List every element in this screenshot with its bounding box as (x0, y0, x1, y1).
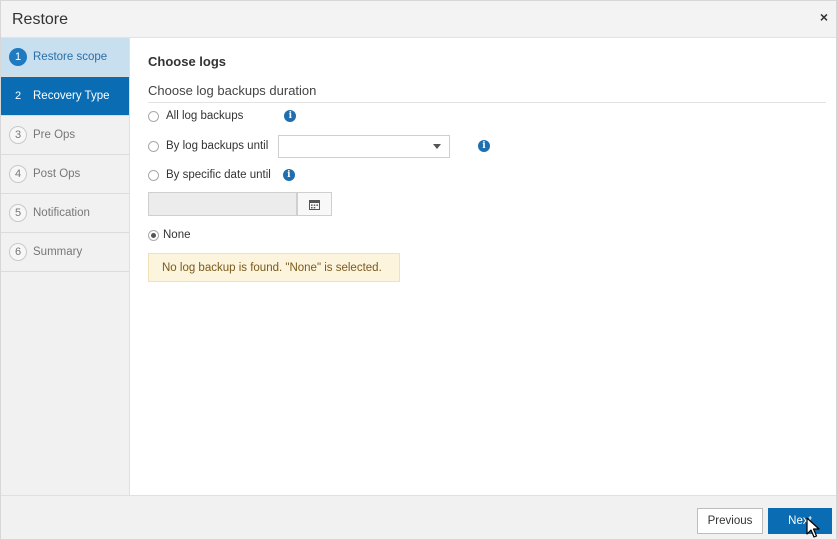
step-label: Pre Ops (33, 129, 76, 141)
step-notification[interactable]: 5 Notification (1, 194, 129, 233)
radio-label: By log backups until (166, 140, 269, 152)
dialog-titlebar: Restore × (1, 1, 836, 38)
step-restore-scope[interactable]: 1 Restore scope (1, 38, 129, 77)
radio-by-log-backups-until[interactable] (148, 140, 159, 152)
radio-label: By specific date until (166, 169, 271, 181)
no-log-backup-alert: No log backup is found. "None" is select… (148, 253, 400, 282)
dialog-footer: Previous Next (1, 495, 836, 539)
calendar-icon (309, 199, 320, 210)
step-label: Notification (33, 207, 90, 219)
step-post-ops[interactable]: 4 Post Ops (1, 155, 129, 194)
step-number: 4 (9, 165, 27, 183)
radio-none[interactable] (148, 229, 159, 241)
radio-label: All log backups (166, 110, 244, 122)
mouse-pointer-icon (806, 517, 820, 538)
dialog-title: Restore (12, 11, 69, 28)
step-number: 3 (9, 126, 27, 144)
log-backup-select[interactable] (278, 135, 450, 158)
section-subheading: Choose log backups duration (148, 83, 317, 98)
step-number: 5 (9, 204, 27, 222)
section-heading: Choose logs (148, 54, 227, 69)
info-icon[interactable]: i (282, 169, 295, 181)
divider (148, 102, 826, 103)
step-number: 6 (9, 243, 27, 261)
radio-label: None (163, 229, 191, 241)
option-by-specific-date-until: By specific date until i (148, 169, 295, 181)
radio-all-log-backups[interactable] (148, 110, 159, 122)
step-label: Post Ops (33, 168, 81, 180)
choose-logs-panel: Choose logs Choose log backups duration … (131, 38, 836, 495)
restore-dialog: Restore × 1 Restore scope 2 Recovery Typ… (0, 0, 837, 540)
step-pre-ops[interactable]: 3 Pre Ops (1, 116, 129, 155)
calendar-button[interactable] (297, 192, 332, 216)
next-button[interactable]: Next (768, 508, 832, 534)
step-number: 1 (9, 48, 27, 66)
info-icon[interactable]: i (284, 110, 297, 122)
wizard-steps: 1 Restore scope 2 Recovery Type 3 Pre Op… (1, 38, 130, 495)
step-summary[interactable]: 6 Summary (1, 233, 129, 272)
step-label: Summary (33, 246, 83, 258)
date-field[interactable] (148, 192, 297, 216)
dropdown-caret-icon (433, 144, 441, 149)
option-none: None (148, 229, 191, 241)
option-all-log-backups: All log backups i (148, 110, 297, 122)
step-label: Recovery Type (33, 90, 110, 102)
option-by-log-backups-until: By log backups until (148, 140, 268, 152)
step-label: Restore scope (33, 51, 108, 63)
info-icon[interactable]: i (478, 140, 490, 152)
step-recovery-type[interactable]: 2 Recovery Type (1, 77, 129, 116)
radio-by-specific-date-until[interactable] (148, 169, 159, 181)
previous-button[interactable]: Previous (697, 508, 763, 534)
close-icon[interactable]: × (820, 10, 828, 24)
step-number: 2 (9, 87, 27, 105)
